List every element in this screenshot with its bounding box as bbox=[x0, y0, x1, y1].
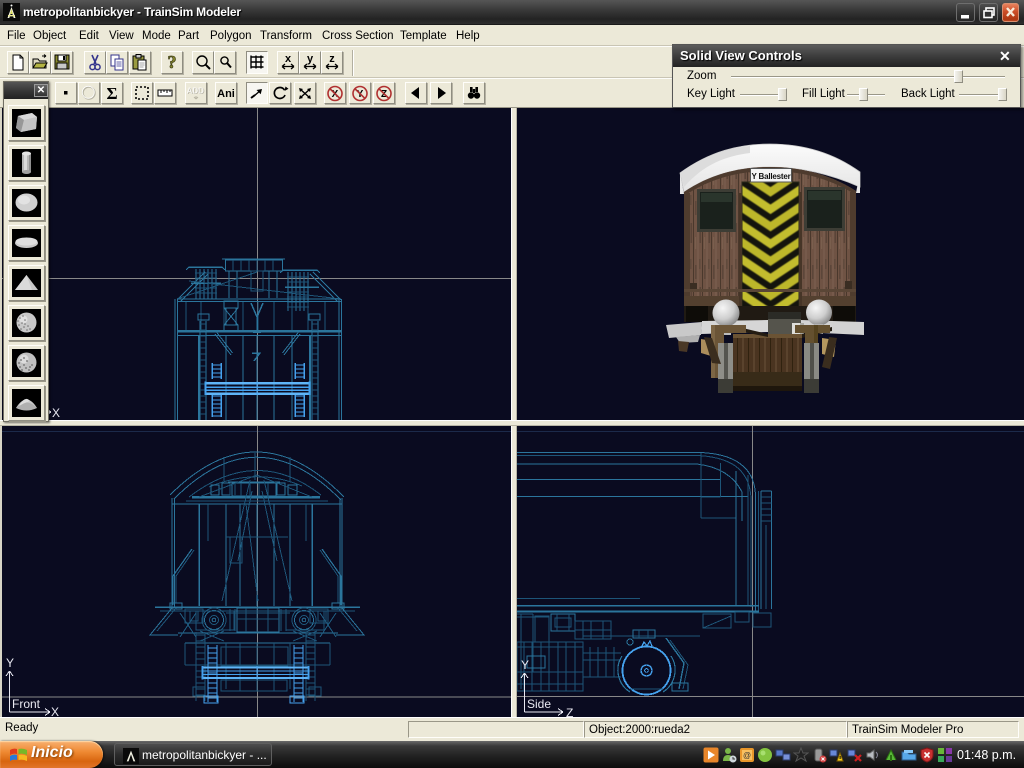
svg-text:?: ? bbox=[168, 52, 177, 72]
svg-text:X: X bbox=[52, 406, 60, 420]
svg-text:y: y bbox=[307, 53, 314, 65]
svg-text:@: @ bbox=[743, 751, 751, 760]
svg-text:Front: Front bbox=[12, 697, 41, 711]
svg-text:Y: Y bbox=[521, 658, 529, 672]
svg-text:Side: Side bbox=[527, 697, 551, 711]
svg-text:Y: Y bbox=[6, 656, 14, 670]
svg-text:Y Ballester: Y Ballester bbox=[751, 172, 790, 181]
svg-text:ADD: ADD bbox=[187, 86, 205, 95]
svg-text:z: z bbox=[329, 53, 335, 65]
svg-text:Ani: Ani bbox=[217, 88, 235, 100]
svg-text:Σ: Σ bbox=[106, 84, 117, 103]
svg-text:x: x bbox=[285, 53, 292, 65]
